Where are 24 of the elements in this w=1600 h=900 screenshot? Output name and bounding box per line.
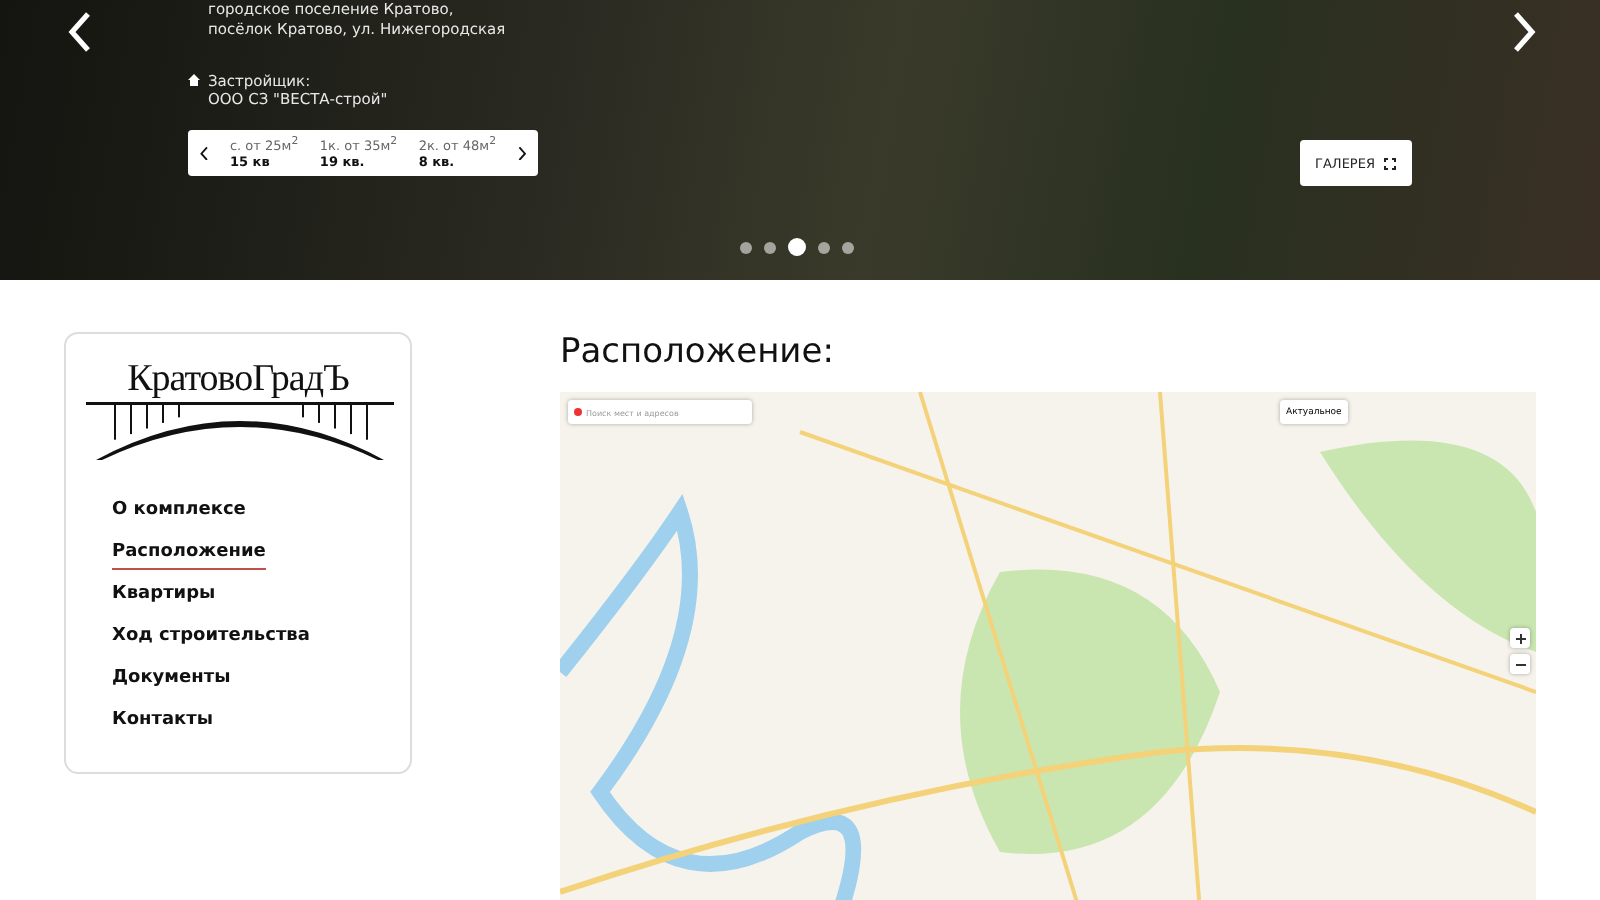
nav-link[interactable]: Ход строительства [112, 624, 310, 654]
logo-text: КратовоГрадЪ [125, 358, 351, 402]
chevron-right-icon [1512, 9, 1536, 53]
slide-dot[interactable] [740, 241, 752, 253]
nav-link[interactable]: Документы [112, 666, 231, 696]
next-icon[interactable] [517, 145, 526, 161]
pin-icon [574, 408, 582, 416]
slide-dot[interactable] [788, 238, 806, 256]
zoom-in-button[interactable] [1510, 628, 1530, 648]
nav-link[interactable]: Контакты [112, 708, 214, 738]
plus-icon [1515, 633, 1525, 643]
previous-icon[interactable] [200, 145, 209, 161]
slide-dot[interactable] [842, 241, 854, 253]
chevron-left-icon [68, 9, 92, 53]
section-title: Расположение: [560, 332, 836, 372]
zoom-out-button[interactable] [1510, 654, 1530, 674]
nav-link[interactable]: Квартиры [112, 582, 216, 612]
nav-link[interactable]: Расположение [112, 540, 266, 570]
expand-icon [1384, 157, 1397, 169]
house-icon [188, 74, 200, 86]
minus-icon [1515, 659, 1525, 669]
nav-link[interactable]: О комплексе [112, 498, 246, 528]
slide-dot[interactable] [764, 241, 776, 253]
slide-dot[interactable] [818, 241, 830, 253]
